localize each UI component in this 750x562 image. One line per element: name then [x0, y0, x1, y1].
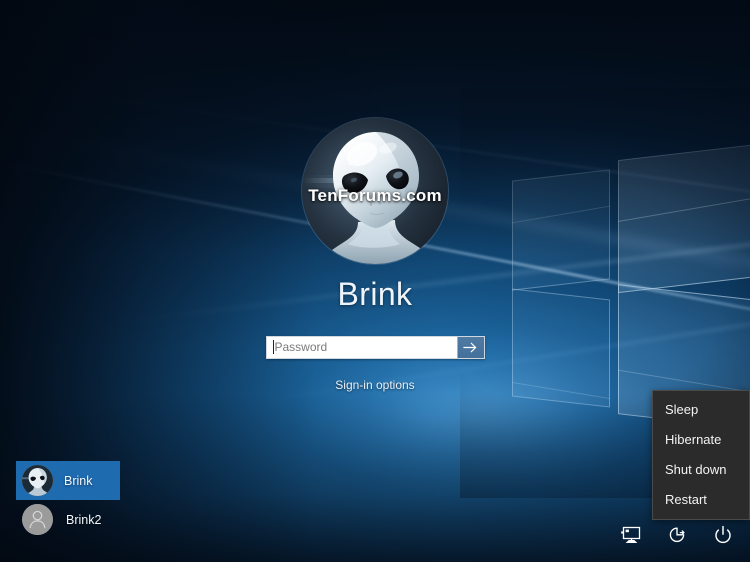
username-label: Brink	[337, 276, 413, 312]
user-list-item-label: Brink	[64, 473, 93, 488]
power-button[interactable]	[710, 522, 736, 548]
power-icon	[715, 525, 731, 543]
power-menu-item-hibernate[interactable]: Hibernate	[653, 425, 749, 455]
ease-of-access-button[interactable]	[664, 522, 690, 548]
network-monitor-icon	[621, 526, 641, 544]
power-menu-item-sleep[interactable]: Sleep	[653, 395, 749, 425]
network-button[interactable]	[618, 522, 644, 548]
arrow-right-icon	[463, 342, 477, 353]
user-switch-list: Brink Brink2	[16, 461, 196, 539]
site-watermark: TenForums.com	[308, 186, 442, 205]
power-menu-item-restart[interactable]: Restart	[653, 485, 749, 515]
signin-panel: Brink Password Sign-in options	[0, 118, 750, 392]
alien-head-avatar	[22, 465, 53, 496]
signin-options-link[interactable]: Sign-in options	[335, 378, 414, 392]
power-menu-item-shut-down[interactable]: Shut down	[653, 455, 749, 485]
user-list-item-label: Brink2	[66, 512, 102, 527]
power-context-menu: Sleep Hibernate Shut down Restart	[652, 390, 750, 520]
password-input[interactable]: Password	[265, 335, 457, 359]
user-avatar-small	[22, 504, 53, 535]
text-caret	[272, 340, 274, 355]
user-list-item-brink[interactable]: Brink	[16, 461, 120, 500]
default-person-icon	[22, 504, 53, 535]
user-avatar-small	[22, 465, 53, 496]
user-list-item-brink2[interactable]: Brink2	[16, 500, 196, 539]
password-submit-button[interactable]	[456, 335, 485, 359]
password-placeholder: Password	[274, 340, 328, 355]
lockscreen-tray	[618, 522, 736, 548]
ease-of-access-icon	[669, 527, 685, 543]
lock-screen: Brink Password Sign-in options TenForums…	[0, 0, 750, 562]
password-row: Password	[265, 335, 485, 359]
